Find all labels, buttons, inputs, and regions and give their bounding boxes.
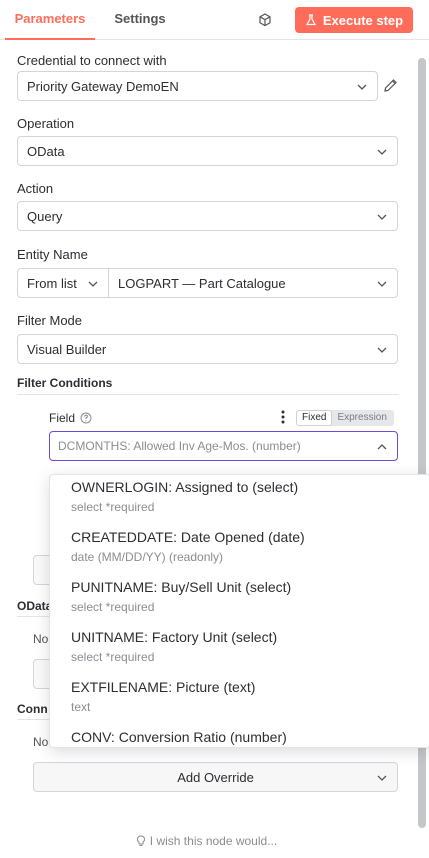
dropdown-option[interactable]: CREATEDDATE: Date Opened (date) date (MM… bbox=[50, 525, 429, 575]
operation-value: OData bbox=[27, 143, 65, 159]
action-label: Action bbox=[17, 181, 54, 196]
cube-icon[interactable] bbox=[257, 12, 273, 28]
chevron-down-icon bbox=[88, 281, 98, 287]
chevron-up-icon bbox=[377, 444, 387, 450]
chevron-down-icon bbox=[377, 281, 387, 287]
action-value: Query bbox=[27, 208, 63, 224]
toggle-expression[interactable]: Expression bbox=[332, 410, 391, 426]
section-divider bbox=[17, 616, 49, 617]
operation-select[interactable]: OData bbox=[17, 136, 398, 166]
option-title: PUNITNAME: Buy/Sell Unit (select) bbox=[71, 579, 292, 595]
option-subtitle: select *required bbox=[71, 650, 155, 664]
feedback-link[interactable]: I wish this node would... bbox=[0, 834, 413, 848]
credential-label: Credential to connect with bbox=[17, 53, 167, 68]
flask-icon bbox=[305, 14, 316, 26]
credential-value: Priority Gateway DemoEN bbox=[27, 78, 179, 94]
section-divider bbox=[17, 394, 399, 395]
more-options-icon[interactable] bbox=[279, 409, 287, 425]
feedback-text: I wish this node would... bbox=[149, 834, 278, 848]
execute-step-button[interactable]: Execute step bbox=[295, 7, 413, 33]
chevron-down-icon bbox=[377, 149, 387, 155]
action-select[interactable]: Query bbox=[17, 201, 398, 231]
dropdown-option[interactable]: PUNITNAME: Buy/Sell Unit (select) select… bbox=[50, 575, 429, 625]
option-subtitle: select *required bbox=[71, 600, 155, 614]
dropdown-option[interactable]: CONV: Conversion Ratio (number) bbox=[50, 725, 429, 747]
tab-parameters[interactable]: Parameters bbox=[5, 0, 95, 40]
option-title: CREATEDDATE: Date Opened (date) bbox=[71, 529, 305, 545]
entity-mode-select[interactable]: From list bbox=[17, 268, 109, 298]
option-title: UNITNAME: Factory Unit (select) bbox=[71, 629, 278, 645]
lightbulb-icon bbox=[136, 835, 145, 846]
chevron-down-icon bbox=[357, 84, 367, 90]
option-title: OWNERLOGIN: Assigned to (select) bbox=[71, 479, 299, 495]
option-subtitle: text bbox=[71, 700, 91, 714]
entity-name-select[interactable]: LOGPART — Part Catalogue bbox=[108, 268, 398, 298]
section-divider bbox=[17, 719, 49, 720]
fixed-expression-toggle: Fixed Expression bbox=[296, 410, 394, 426]
credential-select[interactable]: Priority Gateway DemoEN bbox=[17, 71, 378, 101]
chevron-down-icon bbox=[377, 775, 387, 781]
chevron-down-icon bbox=[377, 214, 387, 220]
entity-mode-value: From list bbox=[27, 275, 77, 291]
filter-mode-value: Visual Builder bbox=[27, 341, 107, 357]
option-title: CONV: Conversion Ratio (number) bbox=[71, 729, 287, 745]
field-value: DCMONTHS: Allowed Inv Age-Mos. (number) bbox=[58, 439, 301, 453]
filter-conditions-label: Filter Conditions bbox=[17, 376, 113, 390]
operation-label: Operation bbox=[17, 116, 75, 131]
odata-section-label: OData bbox=[17, 599, 53, 613]
entity-name-label: Entity Name bbox=[17, 247, 88, 262]
field-label-text: Field bbox=[49, 411, 76, 425]
node-panel-header: Parameters Settings Execute step bbox=[0, 0, 429, 40]
entity-name-value: LOGPART — Part Catalogue bbox=[118, 275, 286, 291]
toggle-fixed[interactable]: Fixed bbox=[296, 410, 333, 426]
odata-empty-text: No bbox=[33, 632, 49, 646]
add-override-button[interactable]: Add Override bbox=[33, 762, 398, 792]
filter-mode-select[interactable]: Visual Builder bbox=[17, 334, 398, 364]
pencil-icon[interactable] bbox=[383, 78, 398, 93]
execute-step-label: Execute step bbox=[322, 12, 404, 28]
dropdown-option[interactable]: UNITNAME: Factory Unit (select) select *… bbox=[50, 625, 429, 675]
field-dropdown-menu: OWNERLOGIN: Assigned to (select) select … bbox=[49, 474, 429, 748]
help-circle-icon[interactable] bbox=[80, 412, 92, 424]
add-override-label: Add Override bbox=[177, 769, 254, 785]
option-subtitle: date (MM/DD/YY) (readonly) bbox=[71, 550, 224, 564]
field-label: Field bbox=[49, 411, 92, 425]
chevron-down-icon bbox=[377, 347, 387, 353]
option-title: EXTFILENAME: Picture (text) bbox=[71, 679, 256, 695]
field-select-input[interactable]: DCMONTHS: Allowed Inv Age-Mos. (number) bbox=[49, 431, 398, 461]
dropdown-option[interactable]: OWNERLOGIN: Assigned to (select) select … bbox=[50, 475, 429, 525]
filter-mode-label: Filter Mode bbox=[17, 313, 83, 328]
dropdown-option[interactable]: EXTFILENAME: Picture (text) text bbox=[50, 675, 429, 725]
option-subtitle: select *required bbox=[71, 500, 155, 514]
connection-empty-text: No bbox=[33, 735, 49, 749]
connection-section-label: Conn bbox=[17, 702, 48, 716]
tab-settings[interactable]: Settings bbox=[110, 0, 170, 40]
